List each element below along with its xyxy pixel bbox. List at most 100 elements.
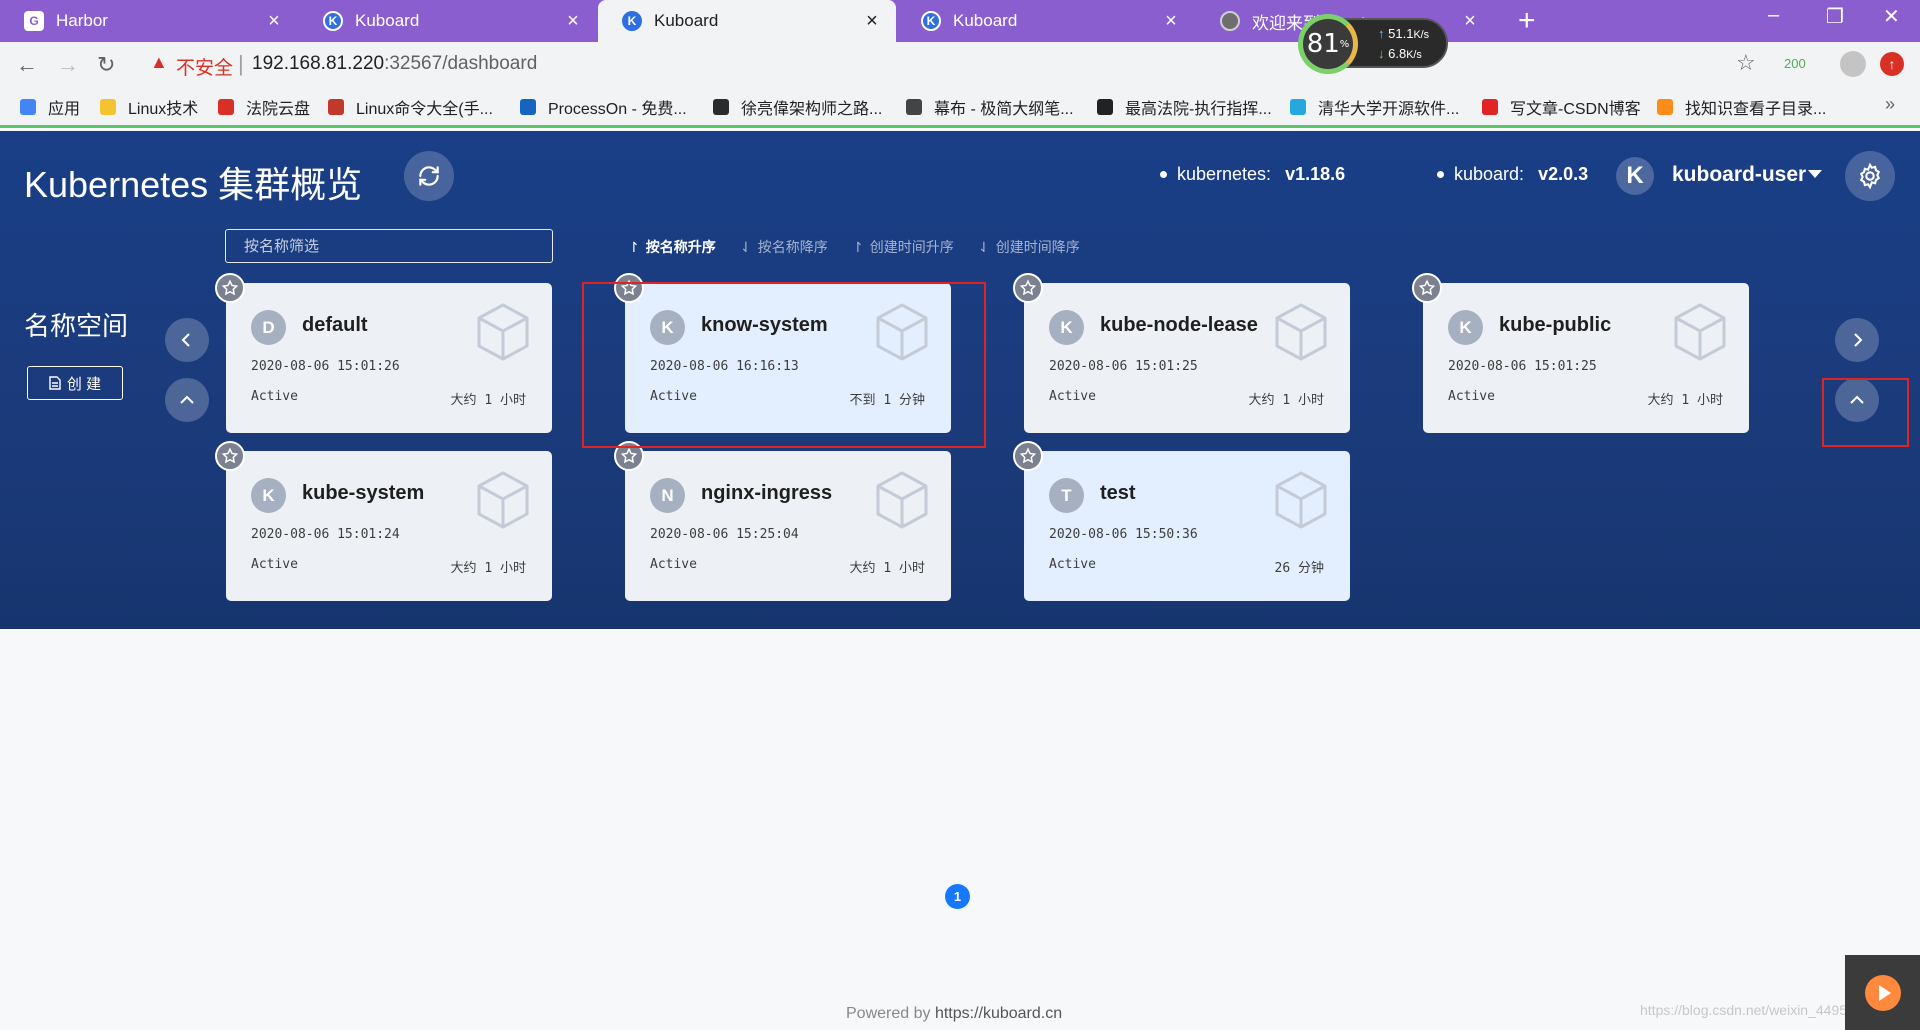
namespace-avatar: D: [251, 310, 286, 345]
namespace-card[interactable]: Ddefault 2020-08-06 15:01:26 Active 大约 1 小时: [215, 273, 552, 433]
bookmark-label: 清华大学开源软件...: [1318, 101, 1460, 118]
kubernetes-version-value: v1.18.6: [1285, 164, 1346, 184]
create-label: 创 建: [66, 375, 102, 393]
browser-tab[interactable]: G Harbor ×: [0, 0, 298, 42]
namespace-name[interactable]: default: [302, 314, 368, 337]
footer-link[interactable]: https://kuboard.cn: [935, 1005, 1062, 1022]
close-icon[interactable]: ×: [1161, 10, 1181, 33]
bookmark-item[interactable]: Linux技术: [100, 95, 198, 119]
insecure-label[interactable]: 不安全: [176, 53, 233, 80]
namespace-card[interactable]: Kknow-system 2020-08-06 16:16:13 Active 不到 …: [614, 273, 951, 433]
browser-tab-active[interactable]: K Kuboard ×: [598, 0, 896, 42]
forward-icon[interactable]: →: [57, 52, 79, 78]
browser-tab[interactable]: K Kuboard ×: [897, 0, 1195, 42]
window-close-icon[interactable]: ✕: [1883, 4, 1900, 29]
sort-created-asc[interactable]: ↾ 创建时间升序: [852, 237, 954, 257]
namespace-status: Active: [251, 557, 298, 572]
prev-page-button[interactable]: [165, 318, 209, 362]
favorite-star-icon[interactable]: [1013, 441, 1043, 471]
next-page-button[interactable]: [1835, 318, 1879, 362]
bookmark-item[interactable]: 应用: [20, 95, 80, 119]
tab-title: Kuboard: [654, 11, 719, 30]
sort-label: 按名称升序: [645, 239, 716, 255]
sort-name-asc[interactable]: ↾ 按名称升序: [628, 237, 716, 257]
reload-icon[interactable]: ↻: [97, 52, 115, 78]
favorite-star-icon[interactable]: [215, 441, 245, 471]
url-field[interactable]: 192.168.81.220:32567/dashboard: [252, 53, 537, 75]
bookmark-item[interactable]: 法院云盘: [218, 95, 310, 119]
namespace-name[interactable]: nginx-ingress: [701, 482, 832, 505]
refresh-button[interactable]: [404, 151, 454, 201]
kuboard-icon: K: [323, 11, 343, 31]
namespace-filter-input[interactable]: [225, 229, 553, 263]
namespace-card[interactable]: Kkube-public 2020-08-06 15:01:25 Active 大约 …: [1412, 273, 1749, 433]
settings-button[interactable]: [1845, 151, 1895, 201]
caret-down-icon[interactable]: [1808, 170, 1822, 178]
new-tab-button[interactable]: +: [1518, 4, 1536, 38]
namespace-card[interactable]: Ttest 2020-08-06 15:50:36 Active 26 分钟: [1013, 441, 1350, 601]
cube-icon: [876, 471, 928, 529]
namespace-created-time: 2020-08-06 15:50:36: [1049, 527, 1198, 542]
namespace-age: 大约 1 小时: [849, 561, 925, 576]
favorite-star-icon[interactable]: [1412, 273, 1442, 303]
pagination-current-page[interactable]: 1: [945, 884, 970, 909]
back-icon[interactable]: ←: [16, 52, 38, 78]
favorite-star-icon[interactable]: [1013, 273, 1043, 303]
bookmark-item[interactable]: 幕布 - 极简大纲笔...: [906, 95, 1074, 119]
bookmark-item[interactable]: Linux命令大全(手...: [328, 95, 493, 119]
bookmark-item[interactable]: 写文章-CSDN博客: [1482, 95, 1641, 119]
sort-name-desc[interactable]: ⇃ 按名称降序: [740, 237, 828, 257]
favorite-star-icon[interactable]: [614, 273, 644, 303]
bookmark-item[interactable]: 清华大学开源软件...: [1290, 95, 1459, 119]
favorite-star-icon[interactable]: [215, 273, 245, 303]
bullet-icon: [1160, 171, 1167, 178]
download-value: 6.8: [1388, 46, 1407, 61]
refresh-icon: [419, 166, 439, 186]
more-bookmarks-icon[interactable]: »: [1885, 94, 1895, 115]
namespace-card[interactable]: Nnginx-ingress 2020-08-06 15:25:04 Active 大…: [614, 441, 951, 601]
close-icon[interactable]: ×: [862, 10, 882, 33]
sort-label: 创建时间升序: [869, 239, 954, 255]
upload-value: 51.1: [1388, 26, 1414, 41]
kubernetes-version: kubernetes: v1.18.6: [1160, 164, 1345, 185]
namespace-avatar: T: [1049, 478, 1084, 513]
browser-tab[interactable]: K Kuboard ×: [299, 0, 597, 42]
collapse-left-button[interactable]: [165, 378, 209, 422]
namespace-name[interactable]: kube-node-lease: [1100, 314, 1258, 337]
minimize-icon[interactable]: –: [1768, 4, 1779, 27]
favorite-star-icon[interactable]: [614, 441, 644, 471]
warning-icon[interactable]: ▲: [150, 52, 168, 73]
cube-icon: [477, 471, 529, 529]
namespace-age: 大约 1 小时: [1248, 393, 1324, 408]
namespace-avatar: N: [650, 478, 685, 513]
namespace-card[interactable]: Kkube-system 2020-08-06 15:01:24 Active 大约 …: [215, 441, 552, 601]
close-icon[interactable]: ×: [1460, 10, 1480, 33]
site-icon: [1657, 99, 1673, 115]
watermark: https://blog.csdn.net/weixin_44953658: [1640, 1002, 1879, 1018]
media-widget[interactable]: [1845, 955, 1920, 1030]
globe-icon: [1220, 11, 1240, 31]
bookmark-item[interactable]: ProcessOn - 免费...: [520, 95, 687, 119]
sort-created-desc[interactable]: ⇃ 创建时间降序: [978, 237, 1080, 257]
bookmark-star-icon[interactable]: ☆: [1736, 50, 1756, 76]
restore-icon[interactable]: ❐: [1826, 4, 1844, 29]
extension-badge[interactable]: 200: [1784, 56, 1806, 71]
namespace-card[interactable]: Kkube-node-lease 2020-08-06 15:01:25 Activ…: [1013, 273, 1350, 433]
profile-icon[interactable]: [1840, 51, 1866, 77]
user-menu[interactable]: kuboard-user: [1672, 163, 1806, 187]
collapse-right-button[interactable]: [1835, 378, 1879, 422]
namespace-name[interactable]: kube-public: [1499, 314, 1611, 337]
user-avatar[interactable]: K: [1616, 157, 1654, 195]
close-icon[interactable]: ×: [563, 10, 583, 33]
namespace-name[interactable]: kube-system: [302, 482, 424, 505]
bookmark-item[interactable]: 最高法院-执行指挥...: [1097, 95, 1272, 119]
update-icon[interactable]: ↑: [1880, 52, 1904, 76]
create-namespace-button[interactable]: 创 建: [27, 366, 123, 400]
namespace-name[interactable]: know-system: [701, 314, 828, 337]
upload-speed: ↑ 51.1K/s: [1378, 26, 1429, 41]
bookmark-item[interactable]: 找知识查看子目录...: [1657, 95, 1826, 119]
close-icon[interactable]: ×: [264, 10, 284, 33]
bookmark-item[interactable]: 徐亮偉架构师之路...: [713, 95, 882, 119]
namespace-name[interactable]: test: [1100, 482, 1136, 505]
cube-icon: [1275, 471, 1327, 529]
